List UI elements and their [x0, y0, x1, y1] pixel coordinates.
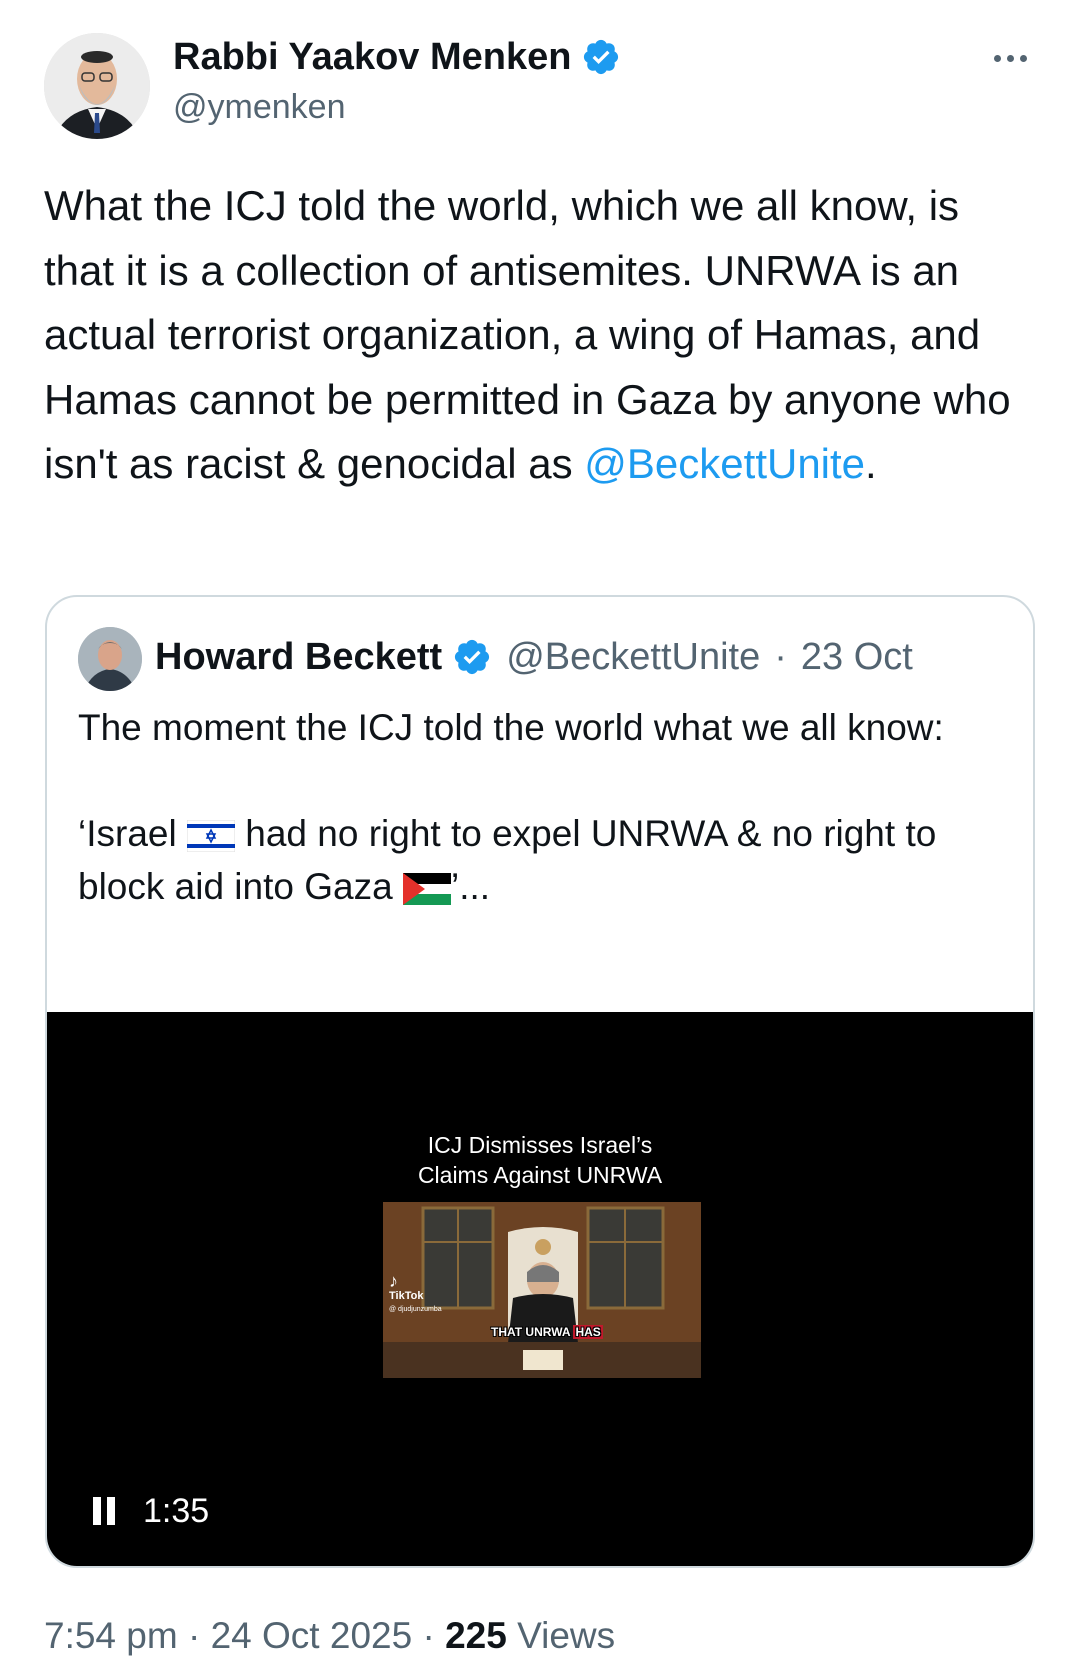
- quote-verified-badge-icon: [455, 639, 490, 675]
- tweet-text-end: .: [865, 440, 877, 487]
- courtroom-image: [383, 1202, 701, 1378]
- video-player[interactable]: ICJ Dismisses Israel’s Claims Against UN…: [47, 1012, 1033, 1566]
- views-count[interactable]: 225: [445, 1615, 507, 1656]
- verified-badge-icon: [584, 39, 619, 75]
- mention-link[interactable]: @BeckettUnite: [584, 440, 865, 487]
- tiktok-username: @ djudjunzumba: [389, 1306, 442, 1313]
- quote-text-line2: ‘Israel had no right to expel UNRWA & no…: [78, 807, 1008, 913]
- author-name[interactable]: Rabbi Yaakov Menken: [173, 34, 621, 80]
- quote-header: Howard Beckett @BeckettUnite · 23 Oct: [155, 632, 913, 682]
- quoted-tweet-card[interactable]: Howard Beckett @BeckettUnite · 23 Oct Th…: [45, 595, 1035, 1568]
- tweet-footer: 7:54 pm · 24 Oct 2025 · 225 Views: [44, 1614, 615, 1658]
- author-avatar[interactable]: [44, 33, 150, 139]
- quote-author-handle[interactable]: @BeckettUnite: [506, 636, 760, 679]
- video-caption-a: THAT UNRWA: [491, 1325, 571, 1339]
- video-caption: THAT UNRWA HAS: [491, 1325, 603, 1339]
- video-caption-b: HAS: [573, 1325, 603, 1339]
- video-thumbnail[interactable]: ♪ TikTok @ djudjunzumba THAT UNRWA HAS: [383, 1202, 701, 1378]
- footer-separator-2: ·: [422, 1615, 435, 1656]
- more-options-icon[interactable]: [988, 48, 1032, 68]
- quote-text-spacer: [78, 754, 1008, 807]
- pause-icon[interactable]: [93, 1497, 117, 1525]
- quote-text: The moment the ICJ told the world what w…: [78, 701, 1008, 913]
- video-title-line1: ICJ Dismisses Israel’s: [427, 1132, 653, 1158]
- views-label: Views: [517, 1615, 616, 1656]
- tweet-text: What the ICJ told the world, which we al…: [44, 174, 1034, 497]
- quote-text-line1: The moment the ICJ told the world what w…: [78, 707, 944, 748]
- author-name-text[interactable]: Rabbi Yaakov Menken: [173, 34, 571, 80]
- quote-author-name[interactable]: Howard Beckett: [155, 636, 442, 679]
- quote-author-avatar[interactable]: [78, 627, 142, 691]
- author-handle[interactable]: @ymenken: [173, 86, 345, 128]
- tiktok-icon: ♪: [389, 1271, 398, 1291]
- video-title: ICJ Dismisses Israel’s Claims Against UN…: [47, 1130, 1033, 1190]
- footer-separator-1: ·: [187, 1615, 201, 1656]
- video-duration: 1:35: [143, 1492, 210, 1530]
- quote-separator: ·: [774, 635, 787, 678]
- israel-flag-icon: [186, 820, 235, 853]
- tiktok-label: TikTok: [389, 1290, 424, 1302]
- tweet-time[interactable]: 7:54 pm: [44, 1615, 178, 1656]
- tiktok-watermark: ♪ TikTok: [389, 1272, 423, 1302]
- tweet-date[interactable]: 24 Oct 2025: [211, 1615, 413, 1656]
- palestine-flag-icon: [402, 873, 451, 906]
- quote-text-line2-c: ’...: [450, 866, 491, 907]
- quote-date[interactable]: 23 Oct: [801, 636, 913, 679]
- video-title-line2: Claims Against UNRWA: [417, 1162, 663, 1188]
- quote-text-line2-a: ‘Israel: [78, 813, 177, 854]
